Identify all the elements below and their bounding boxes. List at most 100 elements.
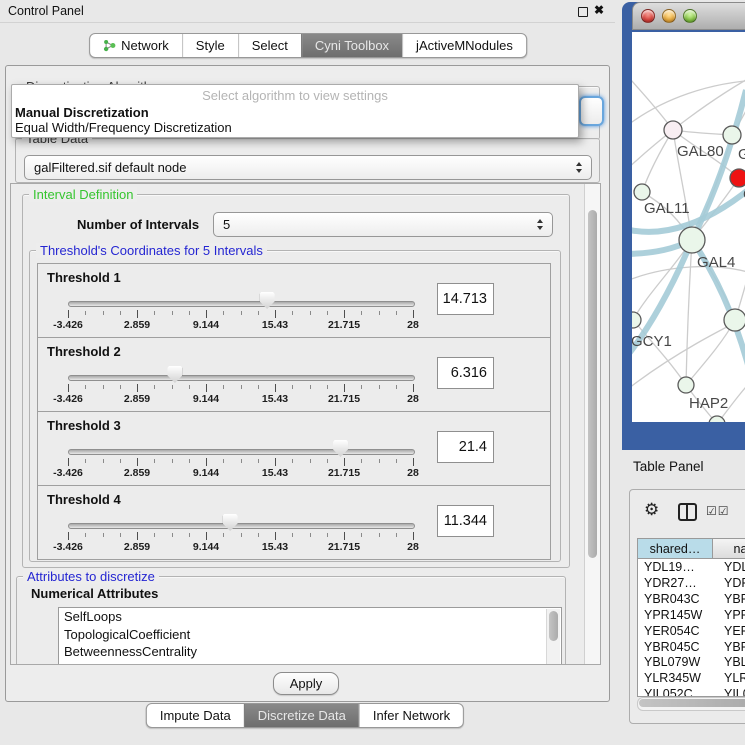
- algorithm-option[interactable]: Equal Width/Frequency Discretization: [15, 120, 232, 135]
- threshold-panel: Threshold 1 -3.4262.8599.14415.4321.7152…: [37, 263, 551, 338]
- network-node[interactable]: [730, 169, 745, 187]
- algorithm-placeholder-option[interactable]: Select algorithm to view settings: [12, 88, 578, 103]
- network-icon: [103, 39, 116, 52]
- float-window-icon[interactable]: [578, 7, 588, 17]
- table-row[interactable]: YIL052CYIL0: [638, 687, 745, 697]
- tab-impute-data[interactable]: Impute Data: [147, 704, 244, 727]
- tab-label: Cyni Toolbox: [315, 38, 389, 53]
- table-row[interactable]: YLR345WYLR3: [638, 671, 745, 687]
- tick-mark: [241, 385, 242, 389]
- tab-cyni-toolbox[interactable]: Cyni Toolbox: [301, 34, 402, 57]
- attribute-item[interactable]: BetweennessCentrality: [59, 643, 561, 661]
- tick-mark: [310, 533, 311, 537]
- tab-jactivemnodules[interactable]: jActiveMNodules: [402, 34, 526, 57]
- zoom-traffic-light-icon[interactable]: [683, 9, 697, 23]
- slider-tick-labels: -3.4262.8599.14415.4321.71528: [68, 467, 413, 480]
- threshold-label: Threshold 3: [47, 418, 121, 433]
- table-row[interactable]: YDR27…YDR2: [638, 576, 745, 592]
- interval-definition-groupbox: Interval Definition Number of Intervals …: [22, 194, 570, 568]
- attribute-item[interactable]: SelfLoops: [59, 608, 561, 626]
- tick-mark: [396, 311, 397, 315]
- network-edge: [735, 232, 745, 320]
- cell-name: YBR0: [724, 592, 745, 606]
- tick-label: 15.43: [262, 541, 288, 553]
- table-row[interactable]: YPR145WYPR1: [638, 608, 745, 624]
- tab-label: Discretize Data: [258, 708, 346, 723]
- table-row[interactable]: YDL19…YDL1: [638, 560, 745, 576]
- threshold-value-field[interactable]: 6.316: [437, 357, 494, 389]
- tick-mark: [68, 458, 69, 466]
- viewport-scrollbar-thumb[interactable]: [588, 210, 597, 558]
- tab-network[interactable]: Network: [90, 34, 182, 57]
- viewport-scrollbar[interactable]: [584, 184, 600, 664]
- network-node[interactable]: [678, 377, 694, 393]
- slider-tick-labels: -3.4262.8599.14415.4321.71528: [68, 541, 413, 554]
- numerical-attributes-list[interactable]: SelfLoopsTopologicalCoefficientBetweenne…: [58, 607, 562, 665]
- cyni-mode-tabs: Impute Data Discretize Data Infer Network: [146, 703, 464, 728]
- threshold-value-field[interactable]: 11.344: [437, 505, 494, 537]
- column-header[interactable]: na: [713, 539, 745, 559]
- threshold-value-field[interactable]: 14.713: [437, 283, 494, 315]
- table-row[interactable]: YBR043CYBR0: [638, 592, 745, 608]
- table-horizontal-scrollbar[interactable]: [637, 697, 745, 711]
- tick-mark: [241, 459, 242, 463]
- table-hscrollbar-thumb[interactable]: [639, 699, 745, 707]
- table-row[interactable]: YBL079WYBL0: [638, 655, 745, 671]
- tick-mark: [206, 458, 207, 466]
- apply-button[interactable]: Apply: [273, 672, 339, 695]
- tick-mark: [137, 310, 138, 318]
- tick-label: 15.43: [262, 467, 288, 479]
- number-of-intervals-combobox[interactable]: 5: [213, 212, 553, 237]
- network-node[interactable]: [664, 121, 682, 139]
- minimize-traffic-light-icon[interactable]: [662, 9, 676, 23]
- network-node[interactable]: [724, 309, 745, 331]
- algorithm-combobox-focused[interactable]: [579, 96, 604, 126]
- algorithm-option[interactable]: Manual Discretization: [15, 105, 149, 120]
- tab-style[interactable]: Style: [182, 34, 238, 57]
- slider-track[interactable]: [68, 301, 415, 307]
- close-traffic-light-icon[interactable]: [641, 9, 655, 23]
- column-header[interactable]: shared…: [638, 539, 713, 559]
- tick-mark: [154, 533, 155, 537]
- slider-track[interactable]: [68, 523, 415, 529]
- network-window-titlebar[interactable]: [632, 2, 745, 30]
- tick-label: 21.715: [328, 467, 360, 479]
- gear-icon[interactable]: ⚙︎: [644, 500, 659, 520]
- attribute-item[interactable]: TopologicalCoefficient: [59, 626, 561, 644]
- tick-mark: [120, 385, 121, 389]
- tab-infer-network[interactable]: Infer Network: [359, 704, 463, 727]
- table-data-combobox[interactable]: galFiltered.sif default node: [24, 155, 592, 180]
- cell-name: YDR2: [724, 576, 745, 590]
- thresholds-group-title: Threshold's Coordinates for 5 Intervals: [36, 243, 267, 258]
- threshold-label: Threshold 4: [47, 492, 121, 507]
- threshold-value-field[interactable]: 21.4: [437, 431, 494, 463]
- network-node[interactable]: [723, 126, 741, 144]
- network-node[interactable]: [632, 312, 641, 328]
- threshold-panel: Threshold 2 -3.4262.8599.14415.4321.7152…: [37, 337, 551, 412]
- tab-label: Impute Data: [160, 708, 231, 723]
- tab-select[interactable]: Select: [238, 34, 301, 57]
- table-data-value: galFiltered.sif default node: [25, 160, 572, 175]
- table-row[interactable]: YBR045CYBR0: [638, 640, 745, 656]
- tick-label: 9.144: [193, 541, 219, 553]
- network-node[interactable]: [634, 184, 650, 200]
- network-canvas[interactable]: GAL80GACGAL11GAL4GCY1HHAP2: [632, 32, 745, 422]
- slider-track[interactable]: [68, 449, 415, 455]
- tick-mark: [379, 459, 380, 463]
- tab-label: Infer Network: [373, 708, 450, 723]
- close-icon[interactable]: ✖: [594, 3, 604, 17]
- table-row[interactable]: YER054CYER0: [638, 624, 745, 640]
- network-node[interactable]: [679, 227, 705, 253]
- column-layout-icon[interactable]: [678, 503, 697, 521]
- slider-tick-labels: -3.4262.8599.14415.4321.71528: [68, 393, 413, 406]
- slider-track[interactable]: [68, 375, 415, 381]
- tick-mark: [85, 311, 86, 315]
- attributes-scrollbar-thumb[interactable]: [549, 611, 558, 641]
- checkbox-icons[interactable]: ☑☑: [706, 504, 730, 518]
- tick-mark: [103, 311, 104, 315]
- node-table[interactable]: shared…na YDL19…YDL1YDR27…YDR2YBR043CYBR…: [637, 538, 745, 697]
- tick-label: 21.715: [328, 541, 360, 553]
- attributes-scrollbar[interactable]: [546, 609, 560, 665]
- tab-discretize-data[interactable]: Discretize Data: [244, 704, 359, 727]
- tick-mark: [223, 459, 224, 463]
